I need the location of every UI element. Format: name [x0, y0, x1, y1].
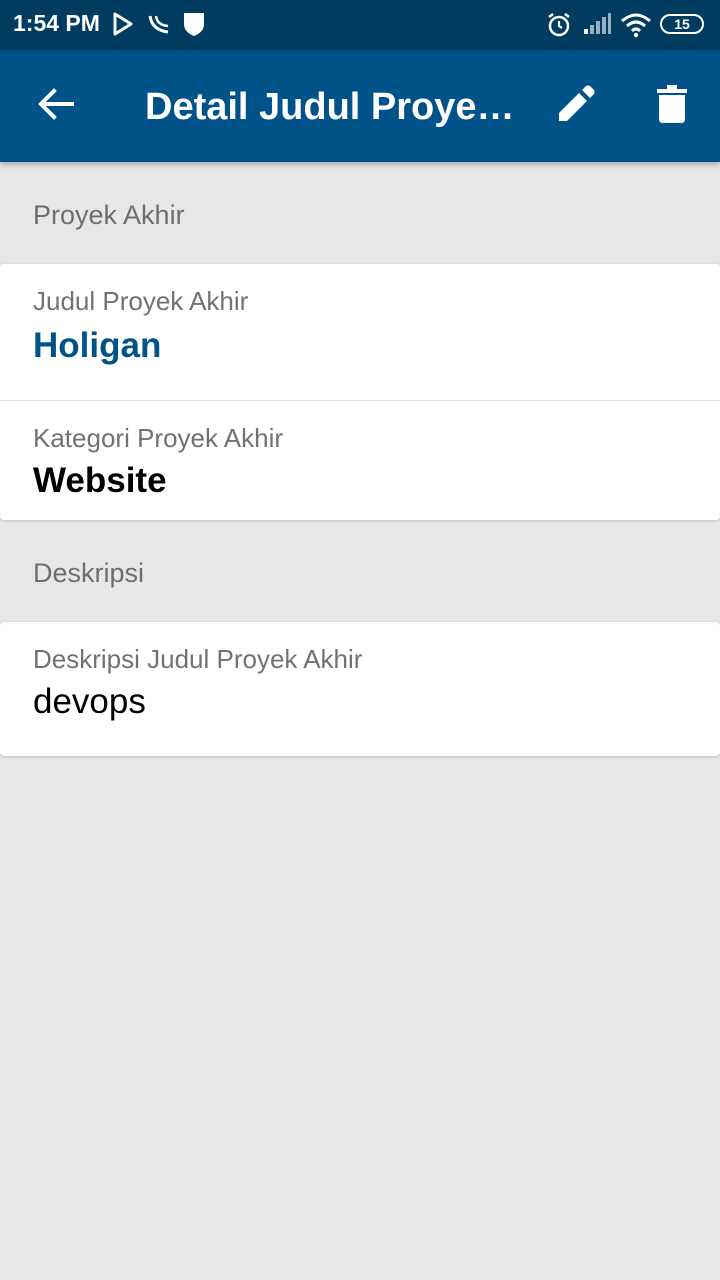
page-title: Detail Judul Proye… — [145, 86, 515, 128]
edit-pencil-icon — [557, 85, 595, 128]
list-item-judul: Judul Proyek Akhir Holigan — [0, 264, 720, 400]
section-header-proyek-akhir: Proyek Akhir — [33, 200, 185, 230]
deskripsi-label: Deskripsi Judul Proyek Akhir — [33, 644, 363, 674]
list-item-deskripsi: Deskripsi Judul Proyek Akhir devops — [0, 622, 720, 756]
back-arrow-icon — [38, 87, 74, 125]
status-bar: 1:54 PM 15 — [0, 0, 720, 50]
play-store-icon — [112, 12, 134, 41]
deskripsi-value: devops — [33, 682, 146, 721]
wifi-icon — [620, 12, 652, 43]
signal-icon — [582, 12, 612, 41]
alarm-icon — [546, 12, 572, 43]
list-item-kategori: Kategori Proyek Akhir Website — [0, 400, 720, 520]
battery-icon: 15 — [660, 14, 704, 34]
kategori-label: Kategori Proyek Akhir — [33, 423, 284, 453]
judul-value: Holigan — [33, 326, 162, 365]
judul-label: Judul Proyek Akhir — [33, 286, 249, 316]
proyek-card: Judul Proyek Akhir Holigan Kategori Proy… — [0, 264, 720, 520]
app-bar: Detail Judul Proye… — [0, 50, 720, 162]
delete-trash-icon — [657, 84, 687, 128]
wifi-calling-icon — [146, 12, 172, 41]
section-header-deskripsi: Deskripsi — [33, 558, 145, 588]
back-button[interactable] — [28, 78, 84, 134]
edit-button[interactable] — [548, 78, 604, 134]
status-time: 1:54 PM — [13, 10, 100, 36]
delete-button[interactable] — [644, 78, 700, 134]
deskripsi-card: Deskripsi Judul Proyek Akhir devops — [0, 622, 720, 756]
shield-icon — [183, 12, 205, 41]
kategori-value: Website — [33, 461, 167, 500]
